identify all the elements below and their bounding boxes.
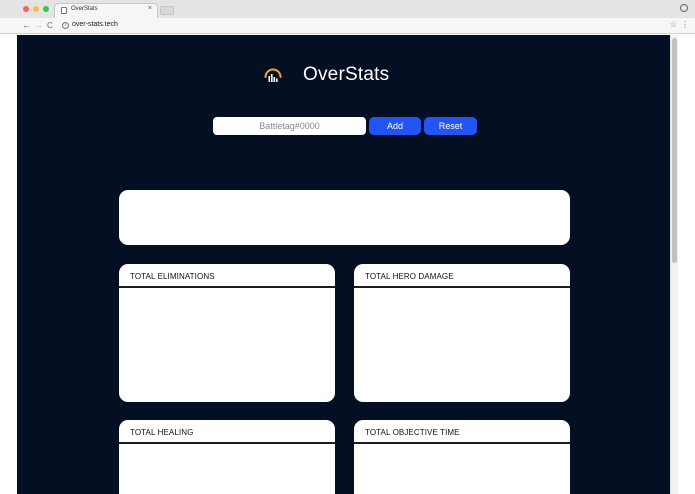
card-title: TOTAL HEALING [119,420,335,444]
address-bar[interactable]: over-stats.tech [72,21,118,28]
arrow-left-icon[interactable]: ← [22,20,31,31]
kebab-menu-icon[interactable]: ⋮ [681,20,689,29]
maximize-window-icon[interactable] [43,6,49,12]
healing-card: TOTAL HEALING [119,420,335,494]
add-button[interactable]: Add [369,117,421,135]
player-summary-card [119,190,570,245]
page-content: OverStats Add Reset TOTAL ELIMINATIONS T… [17,35,670,494]
brand-title: OverStats [303,64,390,85]
page-scrollbar[interactable] [670,35,678,494]
eliminations-card: TOTAL ELIMINATIONS [119,264,335,402]
window-edge [678,35,695,494]
battletag-input[interactable] [213,117,366,135]
reload-icon[interactable]: C [47,20,53,31]
minimize-window-icon[interactable] [33,6,39,12]
overstats-logo-icon [264,68,282,82]
profile-icon[interactable] [680,4,688,12]
scrollbar-thumb[interactable] [672,38,677,263]
browser-toolbar: ← → C i over-stats.tech ☆ ⋮ [0,18,695,34]
page-icon [61,7,67,14]
star-icon[interactable]: ☆ [670,20,677,29]
info-icon[interactable]: i [62,22,69,29]
reset-button[interactable]: Reset [424,117,477,135]
card-title: TOTAL HERO DAMAGE [354,264,570,288]
arrow-right-icon[interactable]: → [34,20,43,31]
card-title: TOTAL ELIMINATIONS [119,264,335,288]
browser-tab[interactable]: OverStats × [54,3,158,18]
objective-time-card: TOTAL OBJECTIVE TIME [354,420,570,494]
card-title: TOTAL OBJECTIVE TIME [354,420,570,444]
hero-damage-card: TOTAL HERO DAMAGE [354,264,570,402]
new-tab-button[interactable] [160,6,174,15]
close-window-icon[interactable] [23,6,29,12]
tab-title: OverStats [71,6,98,12]
tab-close-icon[interactable]: × [148,5,152,12]
browser-titlebar: OverStats × [0,0,695,18]
